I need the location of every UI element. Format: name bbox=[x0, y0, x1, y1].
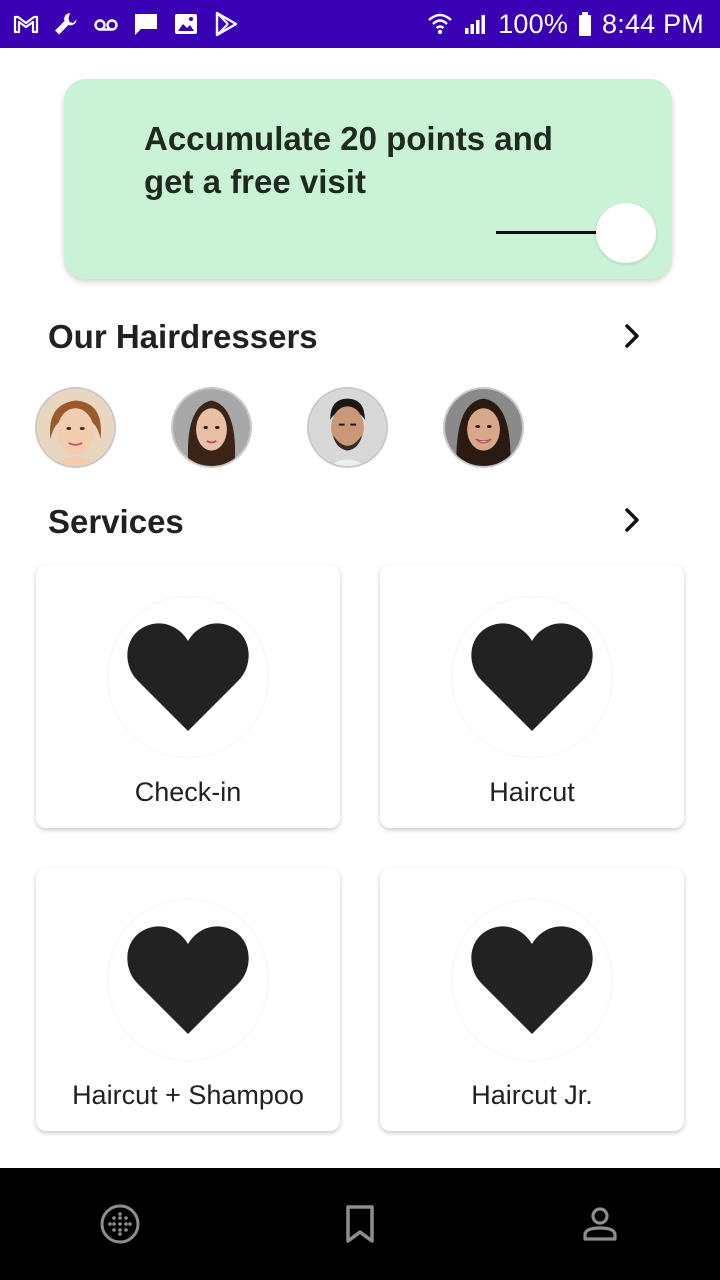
service-card-haircut[interactable]: Haircut bbox=[380, 565, 684, 828]
message-icon bbox=[132, 10, 160, 38]
promo-text: Accumulate 20 points and get a free visi… bbox=[144, 120, 553, 200]
wifi-icon bbox=[426, 10, 454, 38]
heart-icon bbox=[127, 926, 249, 1034]
signal-icon bbox=[462, 10, 490, 38]
hairdresser-avatar-1[interactable] bbox=[35, 387, 116, 468]
battery-icon bbox=[576, 10, 594, 38]
hairdresser-avatar-2[interactable] bbox=[171, 387, 252, 468]
status-bar-system: 100% 8:44 PM bbox=[426, 0, 704, 48]
heart-icon bbox=[127, 623, 249, 731]
battery-percent: 100% bbox=[498, 8, 569, 39]
services-title: Services bbox=[48, 503, 184, 540]
service-label: Haircut + Shampoo bbox=[72, 1080, 304, 1110]
status-bar-notifications bbox=[12, 0, 240, 48]
person-icon bbox=[583, 1207, 617, 1241]
service-icon-circle bbox=[108, 900, 268, 1060]
hairdressers-title: Our Hairdressers bbox=[48, 318, 318, 355]
wrench-icon bbox=[52, 10, 80, 38]
nav-profile-button[interactable] bbox=[574, 1198, 626, 1250]
hairdresser-avatar-4[interactable] bbox=[443, 387, 524, 468]
points-promo-card[interactable]: Accumulate 20 points and get a free visi… bbox=[64, 79, 672, 279]
heart-icon bbox=[471, 623, 593, 731]
play-store-icon bbox=[212, 10, 240, 38]
image-icon bbox=[172, 10, 200, 38]
nav-bookmarks-button[interactable] bbox=[334, 1198, 386, 1250]
voicemail-icon bbox=[92, 10, 120, 38]
service-card-haircut-jr[interactable]: Haircut Jr. bbox=[380, 868, 684, 1131]
bottom-navigation bbox=[0, 1168, 720, 1280]
heart-icon bbox=[471, 926, 593, 1034]
clock: 8:44 PM bbox=[602, 8, 704, 39]
services-chevron-right-icon[interactable] bbox=[616, 504, 648, 536]
service-label: Check-in bbox=[134, 777, 242, 807]
service-label: Haircut Jr. bbox=[471, 1080, 593, 1110]
service-icon-circle bbox=[108, 597, 268, 757]
hairdressers-chevron-right-icon[interactable] bbox=[616, 320, 648, 352]
promo-progress-knob bbox=[596, 203, 656, 263]
service-label: Haircut bbox=[489, 777, 575, 807]
service-icon-circle bbox=[452, 597, 612, 757]
hairdresser-avatar-3[interactable] bbox=[307, 387, 388, 468]
gmail-icon bbox=[12, 10, 40, 38]
grid-circle-icon bbox=[100, 1204, 140, 1244]
service-card-haircut-shampoo[interactable]: Haircut + Shampoo bbox=[36, 868, 340, 1131]
service-card-check-in[interactable]: Check-in bbox=[36, 565, 340, 828]
nav-home-button[interactable] bbox=[94, 1198, 146, 1250]
service-icon-circle bbox=[452, 900, 612, 1060]
status-bar: 100% 8:44 PM bbox=[0, 0, 720, 48]
bookmark-icon bbox=[346, 1205, 374, 1243]
